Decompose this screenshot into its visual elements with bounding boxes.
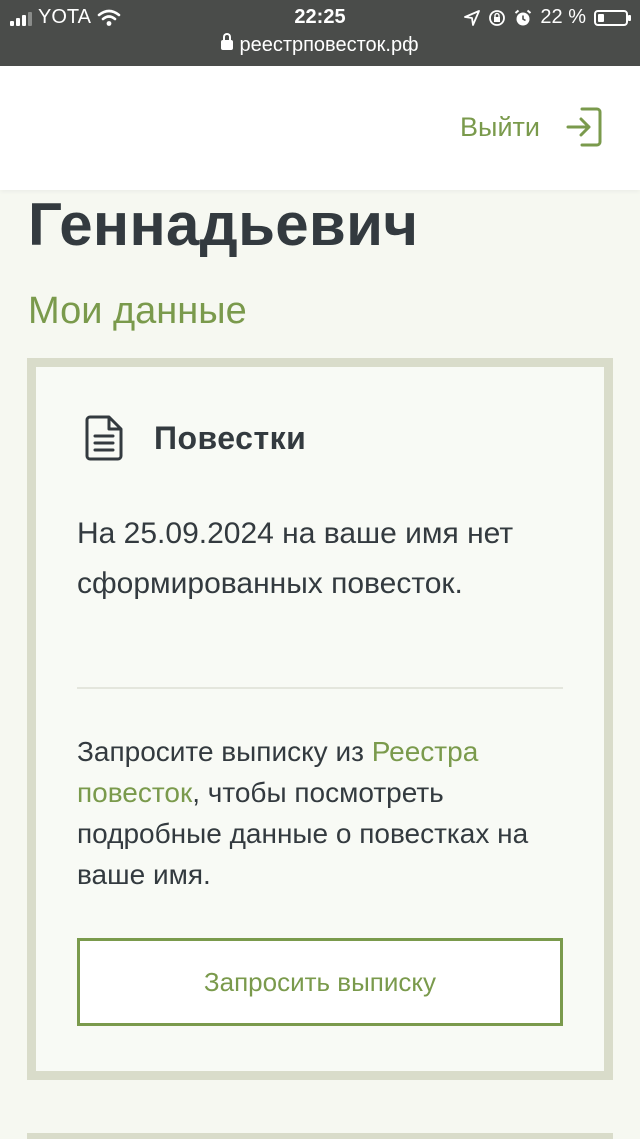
user-name: Геннадьевич: [28, 191, 419, 258]
battery-percent: 22 %: [540, 6, 586, 28]
logout-button[interactable]: Выйти: [460, 106, 602, 148]
request-statement-button[interactable]: Запросить выписку: [77, 938, 563, 1026]
status-bar: YOTA 22:25 22 % реестрповесток.рф: [0, 0, 640, 66]
summons-status-text: На 25.09.2024 на ваше имя нет сформирова…: [77, 517, 514, 600]
address-bar[interactable]: реестрповесток.рф: [0, 33, 640, 57]
battery-icon: [594, 9, 631, 26]
request-note: Запросите выписку из Реестра повесток, ч…: [77, 731, 577, 895]
logout-label: Выйти: [460, 111, 540, 142]
url-text: реестрповесток.рф: [239, 34, 419, 56]
divider: [77, 687, 563, 689]
rotation-lock-icon: [489, 9, 506, 26]
site-header: Выйти: [0, 66, 640, 190]
summons-card: Повестки На 25.09.2024 на ваше имя нет с…: [27, 358, 613, 1080]
my-data-heading: Мои данные: [28, 290, 247, 332]
card-title: Повестки: [154, 419, 307, 456]
logout-icon: [566, 107, 602, 147]
document-icon: [85, 415, 123, 461]
lock-icon: [221, 33, 234, 50]
location-icon: [464, 9, 481, 26]
alarm-icon: [515, 9, 532, 25]
next-card-edge: [27, 1133, 613, 1139]
note-text-before: Запросите выписку из: [77, 736, 372, 767]
